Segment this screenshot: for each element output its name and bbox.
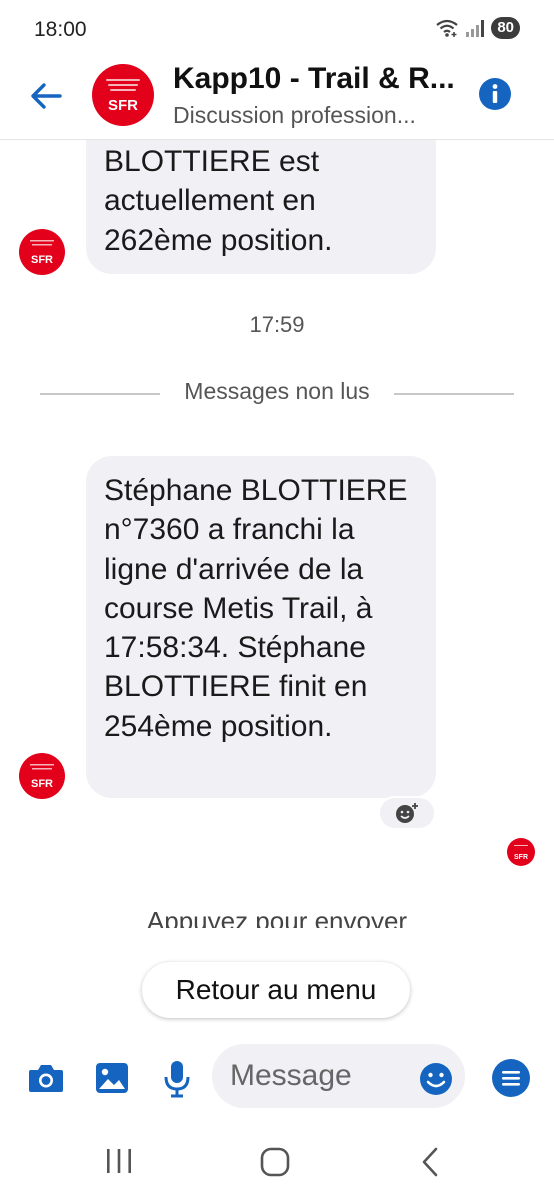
- avatar-label: SFR: [31, 254, 53, 266]
- sender-avatar[interactable]: SFR: [92, 64, 154, 126]
- status-icons: 80: [435, 17, 520, 39]
- avatar-label: SFR: [31, 778, 53, 790]
- emoji-icon[interactable]: [419, 1062, 453, 1096]
- camera-icon[interactable]: [27, 1062, 65, 1094]
- message-bubble[interactable]: Stéphane BLOTTIERE n°7360 a franchi la l…: [86, 456, 436, 798]
- menu-icon[interactable]: [491, 1058, 531, 1098]
- back-nav-icon[interactable]: [418, 1147, 442, 1177]
- emoji-add-icon: [396, 803, 418, 823]
- info-icon[interactable]: [478, 77, 512, 111]
- divider-line: [394, 393, 514, 395]
- signal-icon: [466, 20, 485, 37]
- read-receipt-avatar: SFR: [507, 838, 535, 866]
- message-sender-avatar: SFR: [19, 229, 65, 275]
- send-hint: Appuyez pour envoyer: [146, 906, 408, 928]
- microphone-icon[interactable]: [164, 1060, 190, 1098]
- conversation-header: SFR Kapp10 - Trail & R... Discussion pro…: [0, 56, 554, 140]
- add-reaction-button[interactable]: [378, 796, 436, 830]
- status-bar: 18:00 80: [0, 0, 554, 60]
- avatar-label: SFR: [514, 854, 528, 861]
- wifi-icon: [436, 19, 458, 37]
- avatar-label: SFR: [108, 97, 138, 114]
- battery-indicator: 80: [491, 17, 520, 39]
- status-time: 18:00: [34, 18, 87, 41]
- message-sender-avatar: SFR: [19, 753, 65, 799]
- recent-apps-icon[interactable]: [105, 1148, 133, 1174]
- message-bubble[interactable]: BLOTTIERE est actuellement en 262ème pos…: [86, 140, 436, 274]
- back-arrow-icon[interactable]: [26, 76, 66, 116]
- system-navigation-bar: [0, 1130, 554, 1200]
- conversation-title[interactable]: Kapp10 - Trail & R...: [173, 62, 463, 96]
- message-composer: [0, 1040, 554, 1116]
- message-timestamp: 17:59: [249, 312, 305, 337]
- unread-label: Messages non lus: [184, 378, 370, 404]
- quick-reply-button[interactable]: Retour au menu: [142, 962, 410, 1018]
- gallery-icon[interactable]: [95, 1062, 129, 1094]
- unread-divider: Messages non lus: [40, 378, 514, 408]
- home-icon[interactable]: [260, 1147, 290, 1177]
- conversation-subtitle: Discussion profession...: [173, 102, 416, 128]
